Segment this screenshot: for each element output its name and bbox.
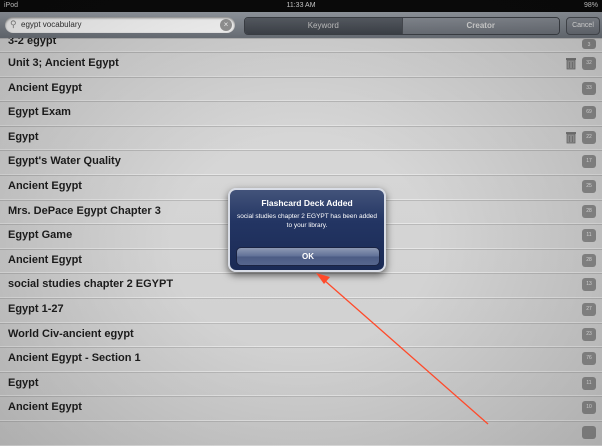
arrow-head: [316, 273, 330, 284]
arrow-shaft: [323, 279, 489, 425]
annotation-arrow: [316, 273, 489, 425]
